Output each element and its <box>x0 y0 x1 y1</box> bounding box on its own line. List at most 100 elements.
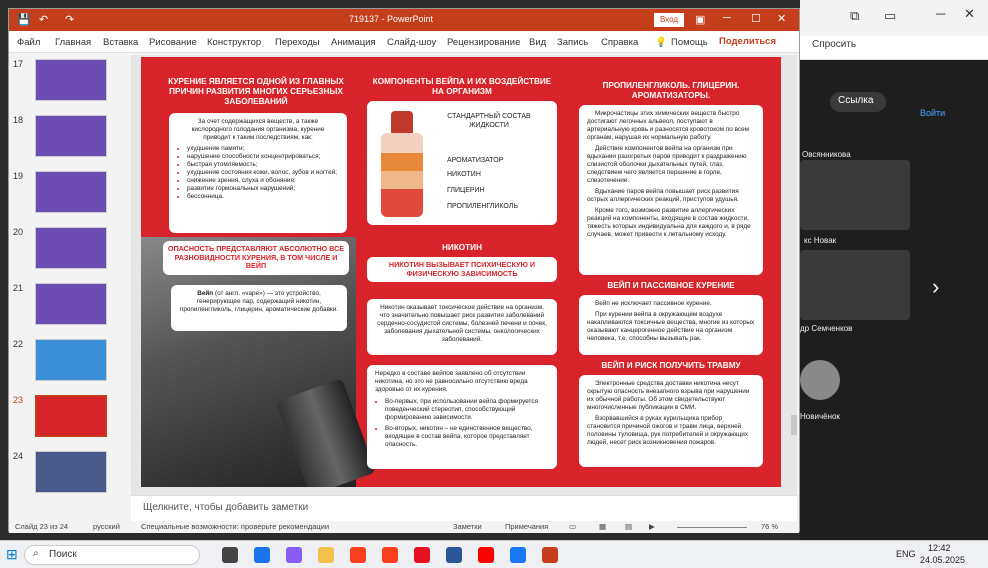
tab-insert[interactable]: Вставка <box>103 37 138 48</box>
slide-thumbnail[interactable] <box>35 115 107 157</box>
normal-view-icon[interactable]: ▭ <box>569 522 576 531</box>
comments-button[interactable]: Примечания <box>505 522 548 531</box>
slide-thumbnail[interactable] <box>35 283 107 325</box>
sorter-view-icon[interactable]: ▦ <box>599 522 606 531</box>
paragraph: Кроме того, возможно развитие аллергичес… <box>587 207 751 238</box>
card-propylene: Микрочастицы этих химических веществ быс… <box>579 105 763 275</box>
undo-icon[interactable]: ↶ <box>39 13 48 26</box>
zoom-level[interactable]: 76 % <box>761 522 778 531</box>
taskbar: ⊞ ⌕ Поиск ENG 12:42 24.05.2025 <box>0 540 988 568</box>
opera-icon[interactable] <box>414 547 430 563</box>
tab-draw[interactable]: Рисование <box>149 37 197 48</box>
notes-pane[interactable]: Щелкните, чтобы добавить заметки <box>131 495 797 521</box>
window-icon[interactable]: ▭ <box>884 8 896 24</box>
lightbulb-icon[interactable]: 💡 <box>655 37 667 48</box>
facebook-icon[interactable] <box>510 547 526 563</box>
maximize-icon[interactable]: ☐ <box>751 12 761 25</box>
powerpoint-icon[interactable] <box>542 547 558 563</box>
word-icon[interactable] <box>446 547 462 563</box>
list-item: Во-вторых, никотин – не единственное вещ… <box>385 425 549 449</box>
list-item: снижение зрения, слуха и обоняния; <box>187 177 339 185</box>
yandex-browser-icon[interactable] <box>350 547 366 563</box>
tab-view[interactable]: Вид <box>529 37 546 48</box>
slide-thumbnail[interactable] <box>35 59 107 101</box>
video-tile[interactable] <box>800 250 910 320</box>
component-label: ПРОПИЛЕНГЛИКОЛЬ <box>447 203 518 210</box>
minimize-icon[interactable]: ─ <box>723 12 731 24</box>
search-icon: ⌕ <box>33 548 39 559</box>
heading-injury: ВЕЙП И РИСК ПОЛУЧИТЬ ТРАВМУ <box>601 361 741 370</box>
status-bar: Слайд 23 из 24 русский Специальные возмо… <box>9 521 799 533</box>
slide-thumbnail[interactable] <box>35 171 107 213</box>
yandex-icon[interactable] <box>382 547 398 563</box>
list-item: бессонница. <box>187 193 339 201</box>
list-item: развитие гормональных нарушений; <box>187 185 339 193</box>
accessibility-status[interactable]: Специальные возможности: проверьте реком… <box>141 522 329 531</box>
slide-thumbnail[interactable] <box>35 451 107 493</box>
card-nicotine: Никотин оказывает токсическое действие н… <box>367 299 557 355</box>
clock-time[interactable]: 12:42 <box>928 543 951 553</box>
powerpoint-window: 💾 ↶ ↷ 719137 - PowerPoint Вход ▣ ─ ☐ ✕ Ф… <box>8 8 800 533</box>
title-bar: 💾 ↶ ↷ 719137 - PowerPoint Вход ▣ ─ ☐ ✕ <box>9 9 799 31</box>
list-item: быстрая утомляемость; <box>187 161 339 169</box>
tab-transitions[interactable]: Переходы <box>275 37 320 48</box>
heading-nicotine: НИКОТИН <box>442 243 482 252</box>
list-item: ухудшение состояния кожи, волос, зубов и… <box>187 169 339 177</box>
link-button[interactable]: Ссылка <box>830 92 886 112</box>
file-explorer-icon[interactable] <box>318 547 334 563</box>
tab-slideshow[interactable]: Слайд-шоу <box>387 37 436 48</box>
share-button[interactable]: Поделиться <box>719 36 776 47</box>
tab-design[interactable]: Конструктор <box>207 37 261 48</box>
tab-file[interactable]: Файл <box>17 37 40 48</box>
ask-button[interactable]: Спросить <box>812 39 856 50</box>
join-button[interactable]: Войти <box>920 108 945 118</box>
tab-review[interactable]: Рецензирование <box>447 37 520 48</box>
heading-smoking: КУРЕНИЕ ЯВЛЯЕТСЯ ОДНОЙ ИЗ ГЛАВНЫХ ПРИЧИН… <box>168 77 344 106</box>
slide-number: 22 <box>13 339 24 349</box>
language[interactable]: русский <box>93 522 120 531</box>
ribbon-display-icon[interactable]: ▣ <box>695 13 705 26</box>
tab-help[interactable]: Справка <box>601 37 638 48</box>
minimize-icon[interactable]: ─ <box>936 6 945 21</box>
app-icon[interactable] <box>286 547 302 563</box>
heading-passive: ВЕЙП И ПАССИВНОЕ КУРЕНИЕ <box>607 281 735 290</box>
clock-date[interactable]: 24.05.2025 <box>920 555 965 565</box>
tab-home[interactable]: Главная <box>55 37 91 48</box>
zoom-slider[interactable] <box>677 527 747 528</box>
video-tile[interactable] <box>800 160 910 230</box>
tab-animation[interactable]: Анимация <box>331 37 376 48</box>
heading-components: КОМПОНЕНТЫ ВЕЙПА И ИХ ВОЗДЕЙСТВИЕ НА ОРГ… <box>372 77 552 96</box>
document-title: 719137 - PowerPoint <box>349 14 434 24</box>
slide-editor: КУРЕНИЕ ЯВЛЯЕТСЯ ОДНОЙ ИЗ ГЛАВНЫХ ПРИЧИН… <box>131 55 797 495</box>
slide-canvas[interactable]: КУРЕНИЕ ЯВЛЯЕТСЯ ОДНОЙ ИЗ ГЛАВНЫХ ПРИЧИН… <box>141 57 781 487</box>
tab-record[interactable]: Запись <box>557 37 588 48</box>
windows-start-icon[interactable]: ⊞ <box>6 546 18 563</box>
close-icon[interactable]: ✕ <box>777 12 786 25</box>
redo-icon[interactable]: ↷ <box>65 13 74 26</box>
restore-icon[interactable]: ⧉ <box>850 8 859 24</box>
reading-view-icon[interactable]: ▤ <box>625 522 632 531</box>
notes-placeholder: Щелкните, чтобы добавить заметки <box>143 502 309 513</box>
taskview-icon[interactable] <box>222 547 238 563</box>
slide-thumbnail-selected[interactable] <box>35 395 107 437</box>
close-icon[interactable]: ✕ <box>964 6 975 22</box>
save-icon[interactable]: 💾 <box>17 13 31 26</box>
language-indicator[interactable]: ENG <box>896 549 916 559</box>
signin-button[interactable]: Вход <box>654 13 684 27</box>
chevron-right-icon[interactable]: › <box>932 274 939 300</box>
slide-thumbnail[interactable] <box>35 339 107 381</box>
edge-icon[interactable] <box>254 547 270 563</box>
slideshow-icon[interactable]: ▶ <box>649 522 655 531</box>
scrollbar-thumb[interactable] <box>791 415 797 435</box>
youtube-icon[interactable] <box>478 547 494 563</box>
card-passive: Вейп не исключает пассивное курение. При… <box>579 295 763 355</box>
notes-button[interactable]: Заметки <box>453 522 482 531</box>
participant-name: Овсянникова <box>802 150 851 159</box>
card-consequences: За счет содержащихся веществ, а также ки… <box>169 113 347 233</box>
slide-number: 24 <box>13 451 24 461</box>
heading-propylene: ПРОПИЛЕНГЛИКОЛЬ. ГЛИЦЕРИН. АРОМАТИЗАТОРЫ… <box>602 81 740 100</box>
slide-thumbnail[interactable] <box>35 227 107 269</box>
paragraph: Вдыхание паров вейпа повышает риск разви… <box>587 188 739 203</box>
help-search[interactable]: Помощь <box>671 37 708 48</box>
search-box[interactable]: ⌕ Поиск <box>24 545 200 565</box>
